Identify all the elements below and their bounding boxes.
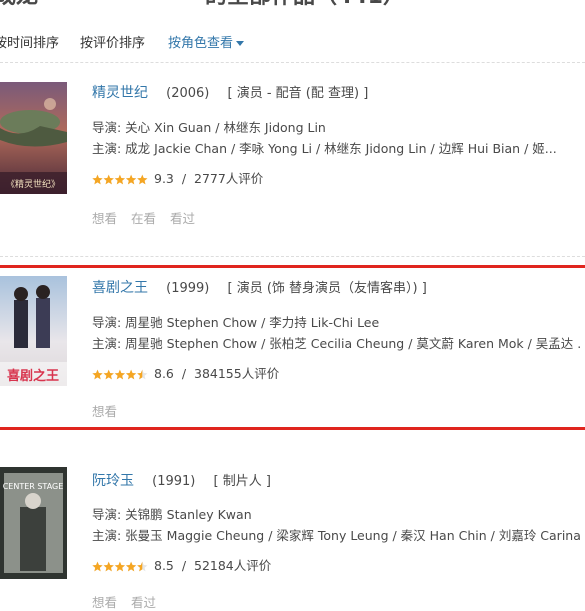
page-title-count: 的全部作品（441） <box>205 0 405 10</box>
rating-votes: 2777人评价 <box>194 171 264 186</box>
film-year: (1991) <box>152 474 196 489</box>
film-poster-2[interactable]: 喜剧之王 <box>0 276 67 386</box>
film-actions: 想看 在看 看过 <box>92 208 209 227</box>
film-actions: 想看 看过 <box>92 592 170 611</box>
rating-stars-icon <box>92 368 148 383</box>
rating-value: 9.3 <box>154 171 174 186</box>
poster-image: 喜剧之王 <box>0 276 67 386</box>
star-filled <box>114 369 126 380</box>
highlight-border-top <box>0 265 585 268</box>
want-to-watch-button[interactable]: 想看 <box>92 595 117 610</box>
star-filled <box>114 174 126 185</box>
poster-text: CENTER STAGE <box>3 482 64 491</box>
film-cast: 主演: 周星驰 Stephen Chow / 张柏芝 Cecilia Cheun… <box>92 336 582 351</box>
star-filled <box>92 174 103 185</box>
film-title-row: 精灵世纪 (2006) [ 演员 - 配音 (配 查理) ] <box>92 82 368 102</box>
divider <box>0 62 585 63</box>
star-filled <box>125 174 137 185</box>
star-filled <box>103 561 114 572</box>
star-filled <box>114 561 126 572</box>
star-filled <box>103 369 114 380</box>
film-title-link[interactable]: 阮玲玉 <box>92 473 134 489</box>
view-by-role-label: 按角色查看 <box>168 36 234 51</box>
film-director: 导演: 关锦鹏 Stanley Kwan <box>92 507 252 522</box>
page-title-name: 成龙 <box>0 0 38 10</box>
poster-text: 《精灵世纪》 <box>6 178 60 190</box>
film-poster-1[interactable]: 《精灵世纪》 <box>0 82 67 194</box>
rating-value: 8.5 <box>154 558 174 573</box>
want-to-watch-button[interactable]: 想看 <box>92 211 117 226</box>
film-title-row: 阮玲玉 (1991) [ 制片人 ] <box>92 470 271 490</box>
film-role: [ 制片人 ] <box>213 474 271 489</box>
sort-bar: 按时间排序 按评价排序 按角色查看 <box>0 32 585 52</box>
film-director: 导演: 关心 Xin Guan / 林继东 Jidong Lin <box>92 120 326 135</box>
watched-button[interactable]: 看过 <box>131 595 156 610</box>
star-filled <box>125 369 137 380</box>
film-director: 导演: 周星驰 Stephen Chow / 李力持 Lik-Chi Lee <box>92 315 380 330</box>
film-year: (1999) <box>166 281 210 296</box>
film-year: (2006) <box>166 86 210 101</box>
highlight-border-bottom <box>0 427 585 430</box>
sort-by-time-link[interactable]: 按时间排序 <box>0 32 59 51</box>
rating-votes: 52184人评价 <box>194 558 272 573</box>
film-role: [ 演员 - 配音 (配 查理) ] <box>227 86 369 101</box>
film-rating-row: 8.5 / 52184人评价 <box>92 555 271 575</box>
film-cast: 主演: 张曼玉 Maggie Cheung / 梁家辉 Tony Leung /… <box>92 528 582 543</box>
star-filled <box>103 174 114 185</box>
film-cast: 主演: 成龙 Jackie Chan / 李咏 Yong Li / 林继东 Ji… <box>92 141 557 156</box>
film-title-link[interactable]: 精灵世纪 <box>92 85 148 101</box>
rating-stars-icon <box>92 173 148 188</box>
film-rating-row: 9.3 / 2777人评价 <box>92 168 263 188</box>
film-poster-3[interactable]: CENTER STAGE <box>0 467 67 579</box>
caret-down-icon <box>236 41 245 46</box>
poster-image: CENTER STAGE <box>0 467 67 579</box>
star-filled <box>92 561 103 572</box>
film-title-link[interactable]: 喜剧之王 <box>92 280 148 296</box>
rating-votes: 384155人评价 <box>194 366 280 381</box>
watching-button[interactable]: 在看 <box>131 211 156 226</box>
page-title: 成龙 的全部作品（441） <box>0 0 585 9</box>
film-actions: 想看 <box>92 401 131 420</box>
sort-by-rating-link[interactable]: 按评价排序 <box>80 32 145 51</box>
rating-stars-icon <box>92 560 148 575</box>
watched-button[interactable]: 看过 <box>170 211 195 226</box>
star-filled <box>137 174 148 185</box>
want-to-watch-button[interactable]: 想看 <box>92 404 117 419</box>
rating-value: 8.6 <box>154 366 174 381</box>
star-filled <box>125 561 137 572</box>
film-role: [ 演员 (饰 替身演员（友情客串）) ] <box>227 281 427 296</box>
film-title-row: 喜剧之王 (1999) [ 演员 (饰 替身演员（友情客串）) ] <box>92 277 427 297</box>
poster-text: 喜剧之王 <box>7 368 59 384</box>
film-rating-row: 8.6 / 384155人评价 <box>92 363 279 383</box>
view-by-role-dropdown[interactable]: 按角色查看 <box>168 32 245 51</box>
poster-image: 《精灵世纪》 <box>0 82 67 194</box>
star-filled <box>92 369 103 380</box>
divider <box>0 256 585 257</box>
